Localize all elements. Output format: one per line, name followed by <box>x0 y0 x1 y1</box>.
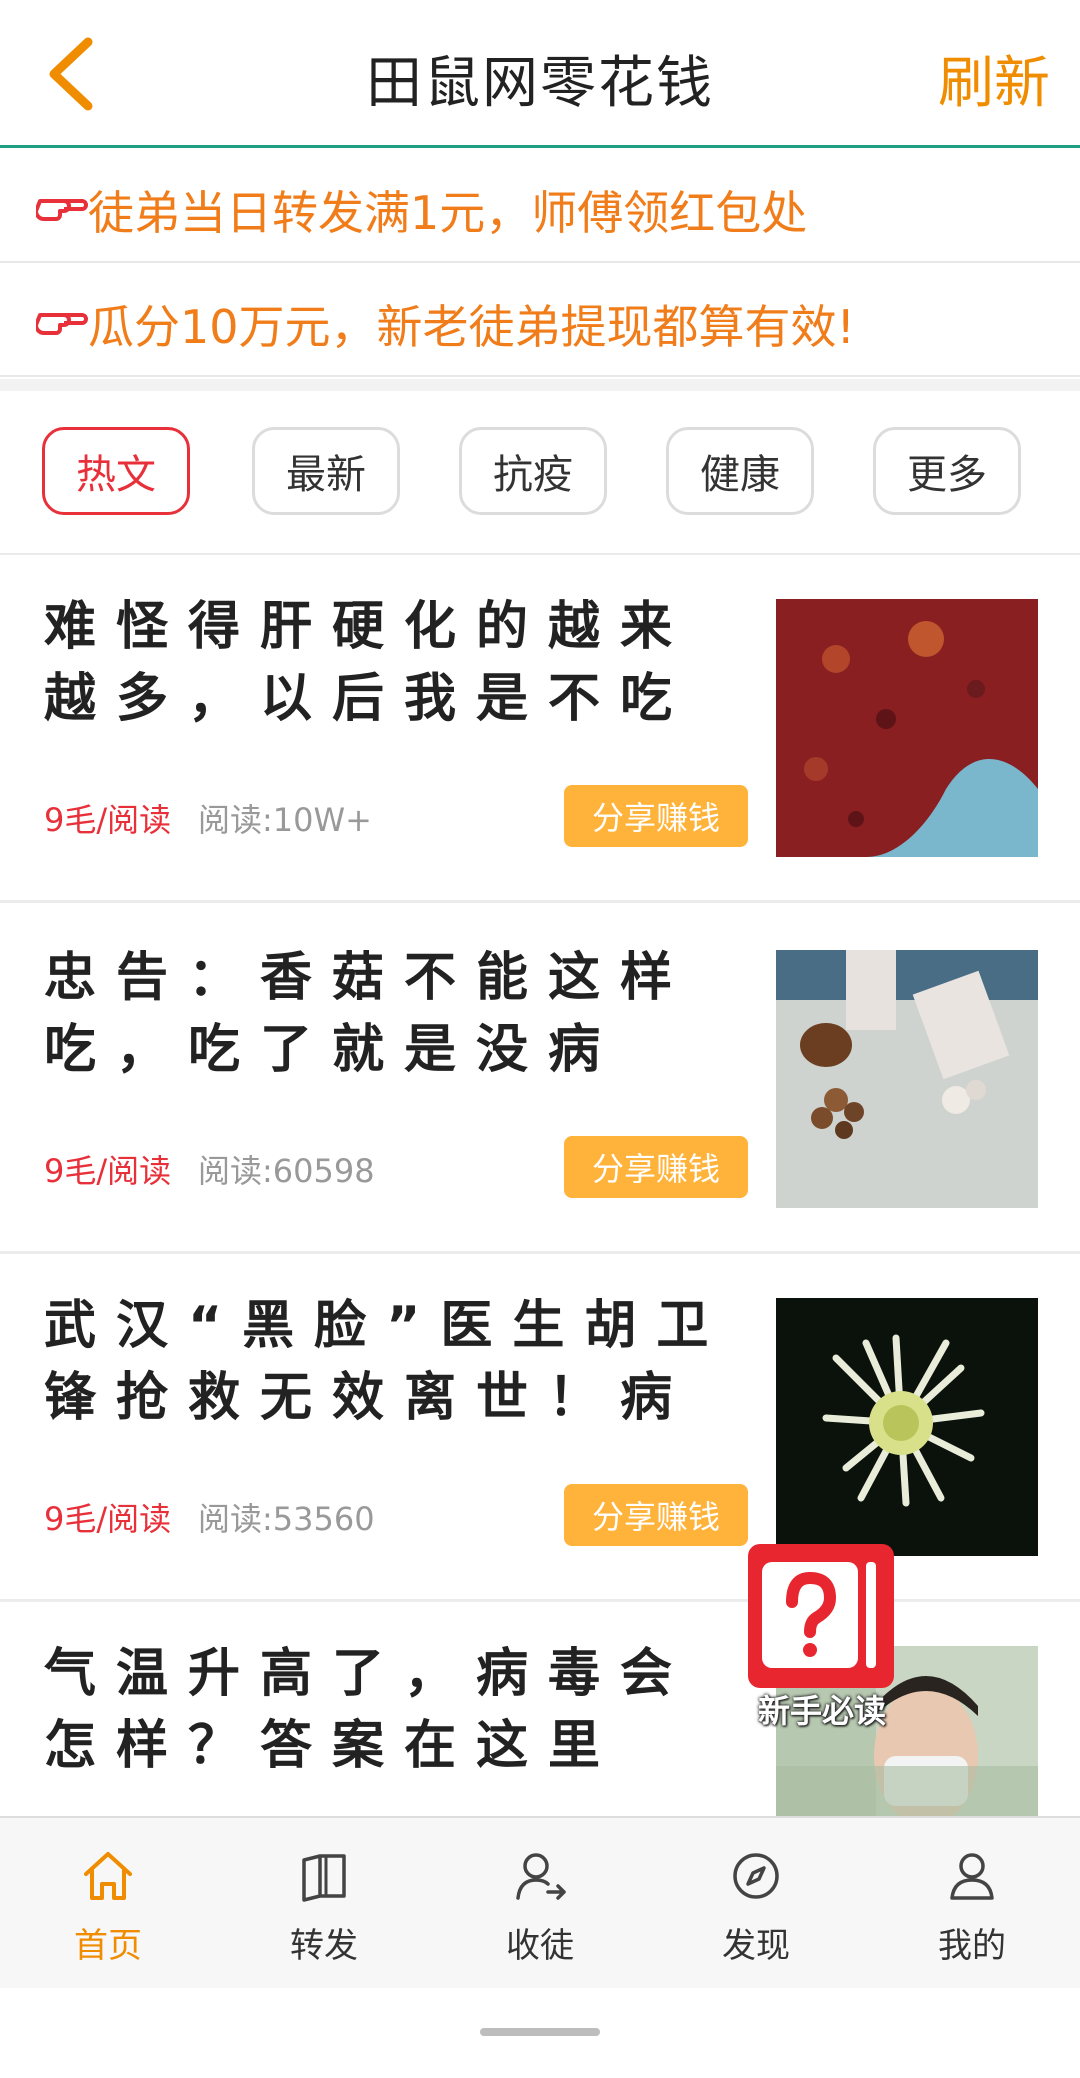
article-thumbnail <box>776 1298 1038 1556</box>
article-item[interactable]: 武汉“黑脸”医生胡卫锋抢救无效离世！病情… 9毛/阅读 阅读:53560 分享赚… <box>0 1254 1080 1602</box>
article-price: 9毛/阅读 <box>44 1500 172 1538</box>
article-title: 气温升高了，病毒会怎样？答案在这里 <box>44 1644 693 1776</box>
question-mark-icon <box>762 1562 876 1668</box>
article-item[interactable]: 忠告：香菇不能这样吃，吃了就是没病找… 9毛/阅读 阅读:60598 分享赚钱 <box>0 906 1080 1254</box>
share-earn-button[interactable]: 分享赚钱 <box>564 1136 748 1198</box>
nav-label: 收徒 <box>506 1926 574 1966</box>
article-title: 难怪得肝硬化的越来越多，以后我是不吃了！ <box>44 597 693 729</box>
nav-recruit[interactable]: 收徒 <box>432 1818 648 1990</box>
article-price: 9毛/阅读 <box>44 801 172 839</box>
newbie-guide-button[interactable]: 新手必读 <box>742 1544 902 1734</box>
compass-icon <box>733 1853 779 1899</box>
book-icon <box>302 1854 346 1902</box>
article-title: 武汉“黑脸”医生胡卫锋抢救无效离世！病情… <box>44 1296 729 1428</box>
bottom-navigation: 首页 转发 收徒 发现 我的 <box>0 1816 1080 1988</box>
article-title: 忠告：香菇不能这样吃，吃了就是没病找… <box>44 948 693 1080</box>
nav-label: 首页 <box>74 1926 142 1966</box>
notice-row-share-pool[interactable]: 瓜分10万元，新老徒弟提现都算有效! <box>0 265 1080 377</box>
home-indicator[interactable] <box>480 2028 600 2036</box>
pointing-hand-icon <box>36 313 88 335</box>
nav-home[interactable]: 首页 <box>0 1818 216 1990</box>
section-divider <box>0 379 1080 391</box>
article-read-count: 阅读:10W+ <box>198 801 372 839</box>
page-title: 田鼠网零花钱 <box>366 51 714 116</box>
share-earn-button[interactable]: 分享赚钱 <box>564 1484 748 1546</box>
article-read-count: 阅读:60598 <box>198 1152 375 1190</box>
app-header: 田鼠网零花钱 刷新 <box>0 0 1080 148</box>
user-add-icon <box>516 1853 566 1900</box>
nav-label: 发现 <box>722 1926 790 1966</box>
nav-mine[interactable]: 我的 <box>864 1818 1080 1990</box>
refresh-button[interactable]: 刷新 <box>938 38 1050 119</box>
tab-health[interactable]: 健康 <box>666 427 814 515</box>
nav-discover[interactable]: 发现 <box>648 1818 864 1990</box>
home-icon <box>84 1852 132 1900</box>
notice-text: 徒弟当日转发满1元，师傅领红包处 <box>88 186 808 240</box>
article-thumbnail <box>776 599 1038 857</box>
article-read-count: 阅读:53560 <box>198 1500 375 1538</box>
category-tabs: 热文 最新 抗疫 健康 更多 <box>0 391 1080 555</box>
article-thumbnail <box>776 950 1038 1208</box>
article-item[interactable]: 难怪得肝硬化的越来越多，以后我是不吃了！ 9毛/阅读 阅读:10W+ 分享赚钱 <box>0 555 1080 903</box>
nav-label: 我的 <box>938 1926 1006 1966</box>
pointing-hand-icon <box>36 199 88 221</box>
notice-text: 瓜分10万元，新老徒弟提现都算有效! <box>88 300 855 354</box>
nav-forward[interactable]: 转发 <box>216 1818 432 1990</box>
tab-hot[interactable]: 热文 <box>42 427 190 515</box>
article-price: 9毛/阅读 <box>44 1152 172 1190</box>
guide-badge <box>748 1544 894 1688</box>
guide-label: 新手必读 <box>757 1692 886 1730</box>
tab-anti-epidemic[interactable]: 抗疫 <box>459 427 607 515</box>
notice-row-master-bonus[interactable]: 徒弟当日转发满1元，师傅领红包处 <box>0 151 1080 263</box>
nav-label: 转发 <box>290 1926 358 1966</box>
person-icon <box>950 1853 994 1900</box>
share-earn-button[interactable]: 分享赚钱 <box>564 785 748 847</box>
tab-more[interactable]: 更多 <box>873 427 1021 515</box>
article-item[interactable]: 气温升高了，病毒会怎样？答案在这里 <box>0 1602 1080 1816</box>
tab-latest[interactable]: 最新 <box>252 427 400 515</box>
